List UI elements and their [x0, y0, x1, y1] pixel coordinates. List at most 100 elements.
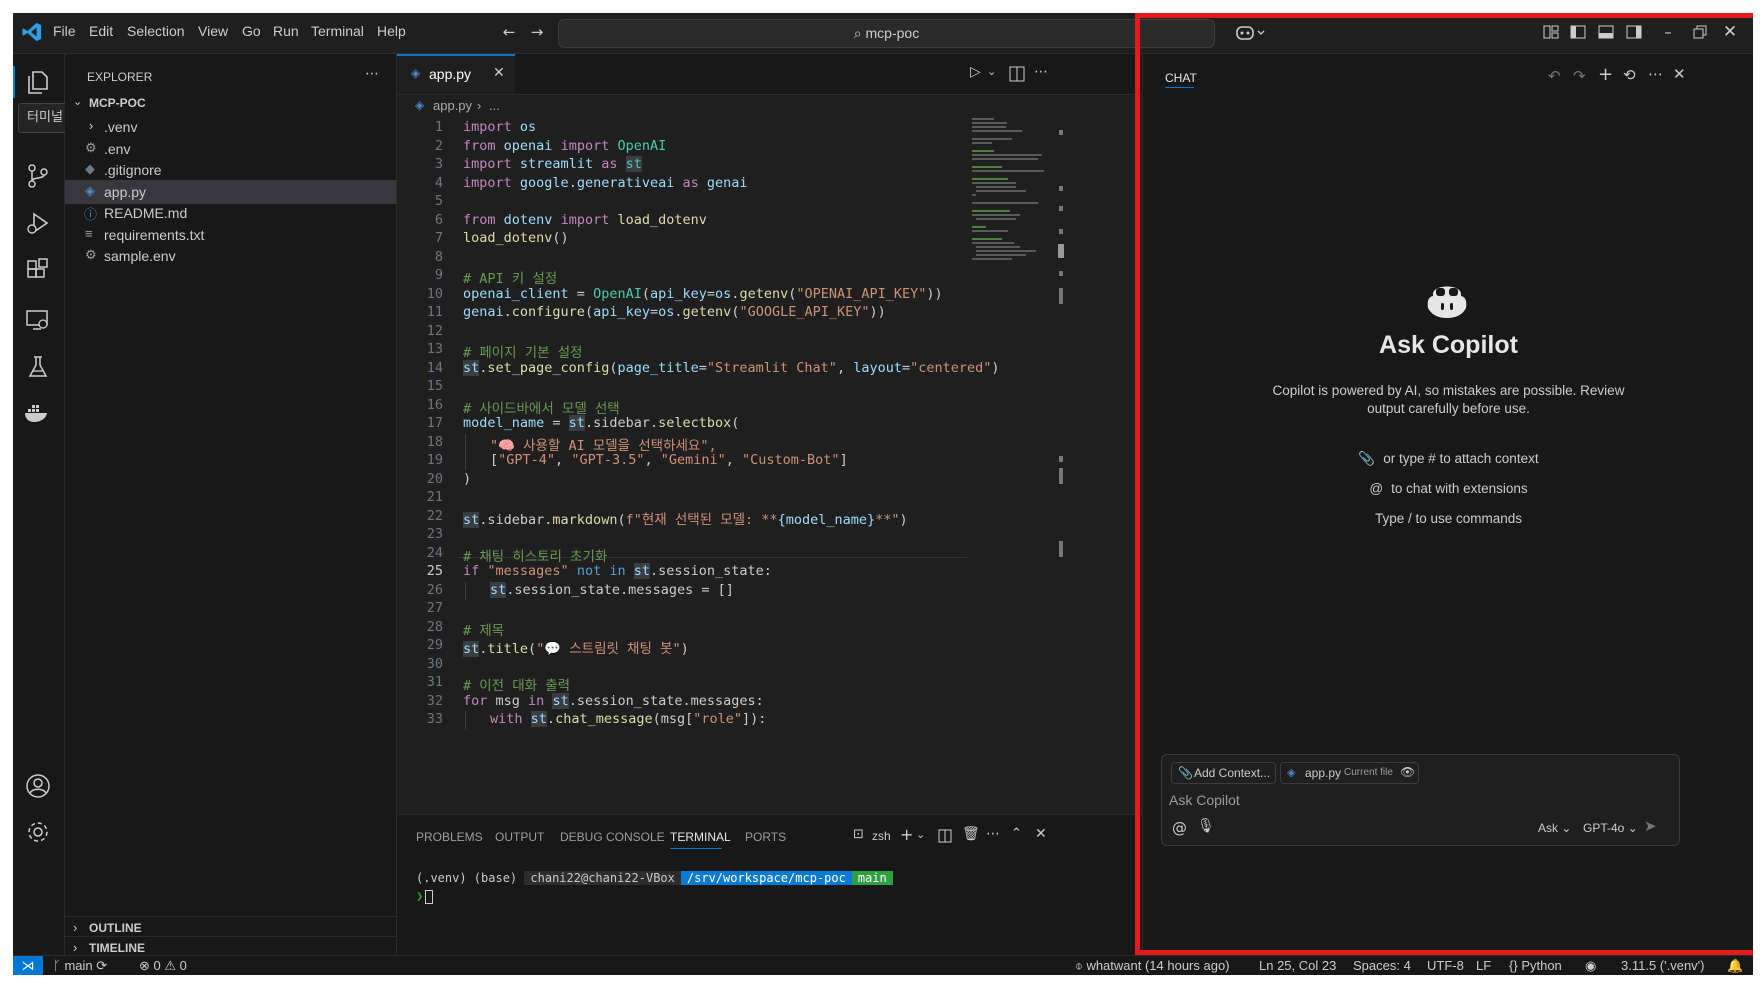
- code-view[interactable]: 1 import os 2 from openai import OpenAI 3 imp…: [397, 116, 1000, 814]
- code-token: os: [658, 304, 675, 320]
- breadcrumb-more[interactable]: ...: [489, 98, 500, 113]
- code-line: import google.generativeai as genai: [463, 175, 748, 191]
- terminal-prompt[interactable]: (.venv) (base) chani22@chani22-VBox/srv/…: [416, 871, 893, 889]
- code-token: "Custom-Bot": [742, 452, 840, 468]
- python-interpreter[interactable]: 3.11.5 ('.venv'): [1621, 958, 1704, 973]
- tab-debug-console[interactable]: DEBUG CONSOLE: [560, 830, 665, 844]
- close-panel-icon[interactable]: ✕: [1035, 826, 1047, 842]
- editor-more-icon[interactable]: ⋯: [1034, 64, 1048, 80]
- code-token: openai_client: [463, 285, 569, 302]
- line-number: 30: [426, 655, 443, 672]
- code-token: load_dotenv: [463, 230, 553, 246]
- new-terminal-icon[interactable]: +: [900, 825, 913, 844]
- cursor-position[interactable]: Ln 25, Col 23: [1259, 958, 1336, 973]
- code-token: chat_message: [555, 711, 653, 727]
- remote-indicator-icon[interactable]: ⋊: [13, 956, 43, 975]
- menu-terminal[interactable]: Terminal: [311, 23, 364, 39]
- editor-scrollbar[interactable]: [1057, 116, 1065, 814]
- menu-selection[interactable]: Selection: [127, 23, 185, 39]
- code-token: (: [528, 641, 537, 657]
- line-number: 31: [426, 674, 443, 690]
- tab-app-py[interactable]: ◈ app.py ✕: [397, 54, 515, 94]
- code-token: (: [641, 285, 650, 302]
- menu-go[interactable]: Go: [242, 23, 261, 39]
- code-token: ,: [644, 452, 661, 468]
- shell-name[interactable]: zsh: [872, 829, 891, 843]
- maximize-panel-icon[interactable]: ⌃: [1011, 826, 1022, 841]
- code-token: getenv: [682, 304, 732, 320]
- info-file-icon: ⓘ: [84, 207, 98, 222]
- chevron-down-icon[interactable]: ⌄: [916, 828, 925, 841]
- code-token: as: [601, 156, 618, 172]
- close-tab-icon[interactable]: ✕: [493, 65, 505, 81]
- language-label: Python: [1521, 958, 1562, 973]
- more-actions-icon[interactable]: ⋯: [365, 66, 379, 82]
- extensions-icon[interactable]: [25, 258, 51, 284]
- problems-indicator[interactable]: ⊗ 0 ⚠ 0: [139, 958, 187, 974]
- code-token: f"현재 선택된 모델: **: [625, 511, 778, 528]
- docker-icon[interactable]: [23, 401, 51, 425]
- menu-run[interactable]: Run: [273, 23, 299, 39]
- vscode-window: File Edit Selection View Go Run Terminal…: [13, 13, 1753, 975]
- settings-gear-icon[interactable]: [25, 819, 51, 845]
- run-python-icon[interactable]: ▷: [970, 64, 981, 80]
- indentation[interactable]: Spaces: 4: [1353, 958, 1411, 973]
- command-center-search[interactable]: ⌕ mcp-poc: [558, 19, 1215, 48]
- tree-item-venv[interactable]: › .venv: [65, 115, 396, 139]
- minimap[interactable]: [972, 116, 1047, 266]
- error-count: 0: [153, 958, 161, 973]
- source-control-icon[interactable]: [25, 163, 51, 189]
- code-token: import: [463, 174, 512, 191]
- code-token: google.generativeai: [519, 174, 675, 191]
- code-token: .: [503, 304, 512, 320]
- tab-problems[interactable]: PROBLEMS: [416, 830, 483, 844]
- menu-file[interactable]: File: [53, 23, 76, 39]
- split-terminal-icon[interactable]: [938, 829, 952, 843]
- run-debug-icon[interactable]: [25, 210, 51, 236]
- code-token: "role": [693, 711, 743, 727]
- breadcrumb-file[interactable]: app.py: [433, 98, 472, 113]
- code-token: [: [490, 452, 499, 468]
- panel-more-icon[interactable]: ⋯: [986, 826, 1000, 842]
- code-token: st: [463, 511, 480, 528]
- code-token: "💬 스트림릿 채팅 봇": [536, 641, 681, 657]
- testing-icon[interactable]: [25, 354, 51, 380]
- code-token: page_title: [617, 359, 699, 376]
- menu-edit[interactable]: Edit: [89, 23, 113, 39]
- chevron-right-icon: ›: [89, 118, 94, 133]
- code-line: st.session_state.messages = []: [490, 581, 734, 598]
- forward-arrow-icon[interactable]: →: [527, 22, 547, 42]
- notifications-bell-icon[interactable]: 🔔: [1727, 958, 1743, 974]
- language-mode[interactable]: {} Python: [1509, 958, 1562, 973]
- tab-terminal[interactable]: TERMINAL: [670, 830, 731, 844]
- git-blame[interactable]: ⌽ whatwant (14 hours ago): [1075, 958, 1230, 974]
- remote-explorer-icon[interactable]: [25, 307, 51, 333]
- line-number: 20: [426, 470, 443, 487]
- code-token: ]: [839, 452, 848, 468]
- accounts-icon[interactable]: [25, 773, 51, 799]
- branch-indicator[interactable]: ᚴ main ⟳: [53, 958, 107, 974]
- code-token: set_page_config: [487, 359, 610, 376]
- tree-item-gitignore[interactable]: ◆ .gitignore: [65, 158, 396, 182]
- file-label: .env: [104, 141, 131, 157]
- tree-item-sample-env[interactable]: ⚙ sample.env: [65, 244, 396, 268]
- tab-output[interactable]: OUTPUT: [495, 830, 544, 844]
- code-token: title: [487, 641, 529, 657]
- back-arrow-icon[interactable]: ←: [499, 22, 519, 42]
- split-editor-icon[interactable]: [1009, 66, 1025, 82]
- code-token: ): [899, 511, 908, 528]
- explorer-icon[interactable]: [25, 69, 51, 95]
- folder-root[interactable]: ⌄ MCP-POC: [65, 92, 396, 116]
- tree-item-readme[interactable]: ⓘ README.md: [65, 201, 396, 225]
- menu-view[interactable]: View: [198, 23, 228, 39]
- menu-help[interactable]: Help: [377, 23, 406, 39]
- chevron-down-icon[interactable]: ⌄: [987, 65, 996, 78]
- prompt-env: (.venv) (base): [416, 871, 518, 885]
- tab-ports[interactable]: PORTS: [745, 830, 786, 844]
- encoding[interactable]: UTF-8: [1427, 958, 1464, 973]
- trash-icon[interactable]: 🗑: [962, 826, 980, 842]
- copilot-status-icon[interactable]: ◉: [1585, 958, 1596, 974]
- end-of-line[interactable]: LF: [1476, 958, 1491, 973]
- code-token: "centered": [910, 359, 992, 376]
